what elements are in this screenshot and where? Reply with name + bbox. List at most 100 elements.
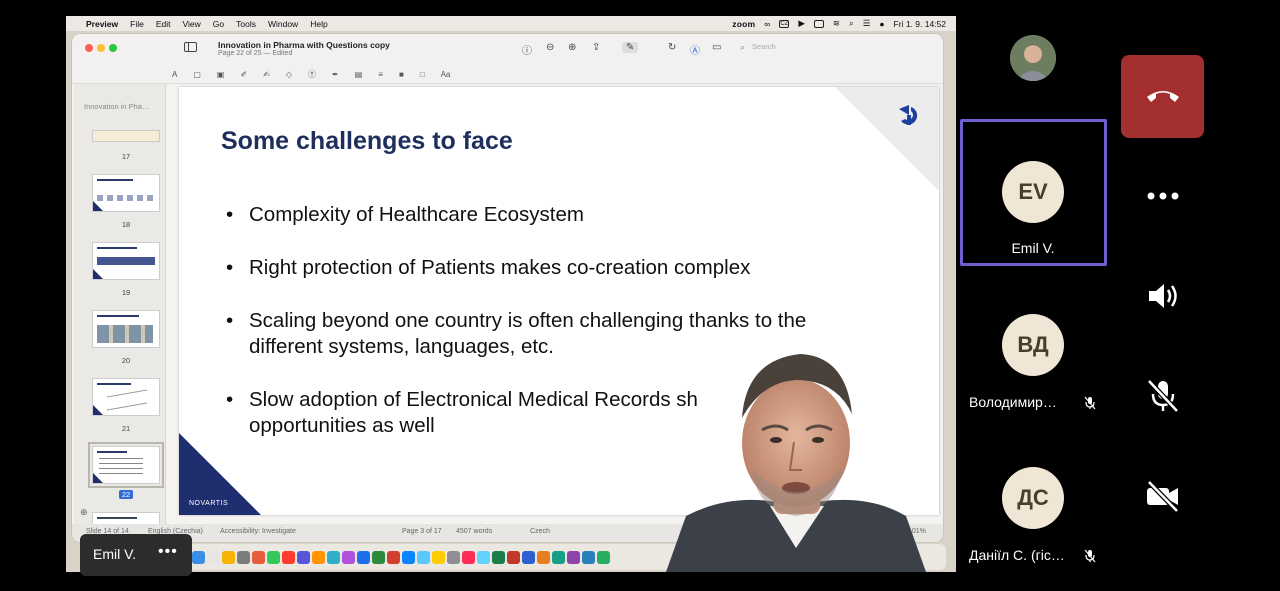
participant-avatar: EV <box>1002 161 1064 223</box>
add-page-icon[interactable]: ⊕ <box>80 507 88 518</box>
dock-app-icon[interactable] <box>447 550 460 564</box>
menu-edit[interactable]: Edit <box>156 19 171 29</box>
thumbnail-23[interactable] <box>92 512 160 524</box>
shapes-tool-icon[interactable]: ◇ <box>286 70 292 79</box>
menu-help[interactable]: Help <box>310 19 327 29</box>
sign-tool-icon[interactable]: ✒ <box>332 70 339 79</box>
dock-app-icon[interactable] <box>297 550 310 564</box>
dock-app-icon[interactable] <box>432 550 445 564</box>
border-color-icon[interactable]: ■ <box>399 70 404 79</box>
dock-app-icon[interactable] <box>462 550 475 564</box>
dock-app-icon[interactable] <box>192 550 205 564</box>
dock-app-icon[interactable] <box>387 550 400 564</box>
input-language-icon[interactable]: CZ <box>779 19 790 28</box>
search-input[interactable]: Search <box>736 40 926 54</box>
status-accessibility[interactable]: Accessibility: Investigate <box>220 528 296 535</box>
menu-file[interactable]: File <box>130 19 144 29</box>
self-view-chip[interactable]: Emil V. ••• <box>80 534 192 576</box>
play-icon[interactable]: ▶ <box>798 18 805 29</box>
dock-app-icon[interactable] <box>222 550 235 564</box>
zoom-out-icon[interactable]: ⊖ <box>546 42 554 53</box>
slide-bullet-1: • Complexity of Healthcare Ecosystem <box>226 203 584 226</box>
zoom-status-label[interactable]: zoom <box>732 19 755 29</box>
rotate-icon[interactable]: ↻ <box>668 42 676 53</box>
battery-icon[interactable] <box>813 19 824 28</box>
menu-app[interactable]: Preview <box>86 19 118 29</box>
minimize-window-button[interactable] <box>97 44 105 52</box>
close-window-button[interactable] <box>85 44 93 52</box>
sidebar-toggle-icon[interactable] <box>184 42 197 52</box>
text-style-icon[interactable]: Aa <box>441 70 451 79</box>
redact-tool-icon[interactable]: ▣ <box>217 70 225 79</box>
dock-app-icon[interactable] <box>252 550 265 564</box>
thumbnail-20[interactable] <box>92 310 160 348</box>
dock-app-icon[interactable] <box>372 550 385 564</box>
menu-go[interactable]: Go <box>213 19 224 29</box>
draw-tool-icon[interactable]: ✍ <box>263 70 270 79</box>
sketch-tool-icon[interactable]: ✐ <box>240 70 247 79</box>
maximize-window-button[interactable] <box>109 44 117 52</box>
text-tool-icon[interactable]: A <box>172 70 177 79</box>
share-icon[interactable]: ⇪ <box>592 42 600 53</box>
menu-window[interactable]: Window <box>268 19 298 29</box>
mic-off-icon <box>1147 379 1179 413</box>
menu-view[interactable]: View <box>183 19 201 29</box>
control-center-icon[interactable]: ☰ <box>863 18 871 29</box>
wifi-icon[interactable]: ≋ <box>833 18 840 29</box>
dock-app-icon[interactable] <box>537 550 550 564</box>
participant-tile-3[interactable]: ДС Даніїл С. (гіс… <box>960 425 1106 573</box>
status-words: 4507 words <box>456 528 493 535</box>
video-off-icon <box>1147 480 1179 513</box>
leave-call-button[interactable] <box>1121 55 1204 138</box>
select-tool-icon[interactable]: ▢ <box>193 70 201 79</box>
dock-app-icon[interactable] <box>582 550 595 564</box>
dock-app-icon[interactable] <box>357 550 370 564</box>
thumbnail-22[interactable] <box>88 442 164 488</box>
line-style-icon[interactable]: ≡ <box>378 70 383 79</box>
dock-app-icon[interactable] <box>507 550 520 564</box>
dock-app-icon[interactable] <box>417 550 430 564</box>
spotlight-icon[interactable]: ⌕ <box>849 18 854 29</box>
markup-pen-icon[interactable]: ✎ <box>622 42 639 53</box>
thumbnail-19[interactable] <box>92 242 160 280</box>
zoom-in-icon[interactable]: ⊕ <box>568 42 576 53</box>
textbox-tool-icon[interactable]: Ⓣ <box>308 69 316 80</box>
dock-app-icon[interactable] <box>267 550 280 564</box>
participant-tile-1[interactable]: EV Emil V. <box>960 119 1106 267</box>
note-tool-icon[interactable]: ▤ <box>355 70 363 79</box>
self-view-more-button[interactable]: ••• <box>158 543 178 561</box>
dock-app-icon[interactable] <box>402 550 415 564</box>
dock-app-icon[interactable] <box>522 550 535 564</box>
fill-color-icon[interactable]: □ <box>420 70 425 79</box>
participant-tile-2[interactable]: ВД Володимир… <box>960 272 1106 420</box>
more-options-button[interactable] <box>1121 154 1204 237</box>
link-icon[interactable]: ∞ <box>764 19 770 29</box>
mute-mic-button[interactable] <box>1121 354 1204 437</box>
video-toggle-button[interactable] <box>1121 454 1204 537</box>
dock-app-icon[interactable] <box>327 550 340 564</box>
menu-tools[interactable]: Tools <box>236 19 256 29</box>
dock-app-icon[interactable] <box>312 550 325 564</box>
thumbnail-21[interactable] <box>92 378 160 416</box>
thumbnail-number: 21 <box>121 424 131 433</box>
speaker-button[interactable] <box>1121 254 1204 337</box>
dock-app-icon[interactable] <box>342 550 355 564</box>
highlight-icon[interactable]: Ⓐ <box>690 42 700 57</box>
dock-app-icon[interactable] <box>207 550 220 564</box>
dock-app-icon[interactable] <box>282 550 295 564</box>
info-icon[interactable]: ⓘ <box>522 42 532 57</box>
sidebar-title: Innovation in Pha… <box>84 102 150 111</box>
dock-app-icon[interactable] <box>552 550 565 564</box>
siri-icon[interactable]: ● <box>879 19 884 29</box>
thumbnail-18[interactable] <box>92 174 160 212</box>
thumbnail-sidebar[interactable]: Innovation in Pha… 17 18 19 20 21 22 ⊕ <box>74 84 166 524</box>
dock-app-icon[interactable] <box>492 550 505 564</box>
dock-app-icon[interactable] <box>597 550 610 564</box>
menubar-clock[interactable]: Fri 1. 9. 14:52 <box>894 19 946 29</box>
dock-app-icon[interactable] <box>237 550 250 564</box>
form-icon[interactable]: ▭ <box>712 42 721 53</box>
participant-photo-avatar[interactable] <box>1010 35 1056 81</box>
dock-app-icon[interactable] <box>567 550 580 564</box>
dock-app-icon[interactable] <box>477 550 490 564</box>
thumbnail-17[interactable] <box>92 130 160 142</box>
